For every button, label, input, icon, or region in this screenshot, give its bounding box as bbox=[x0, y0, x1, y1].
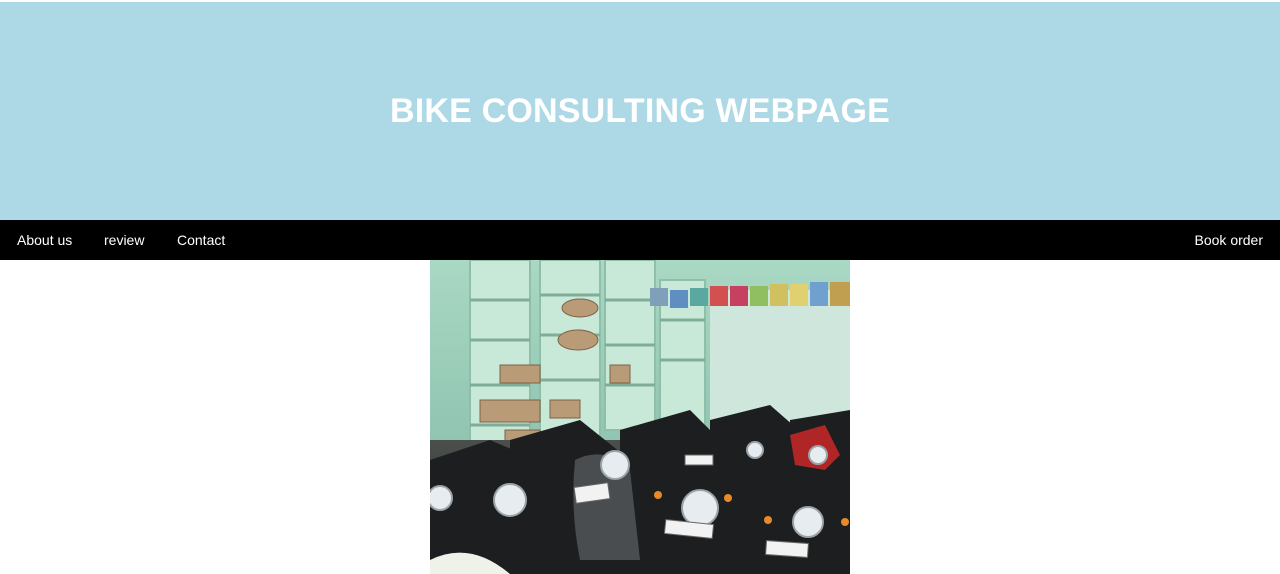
page-header: BIKE CONSULTING WEBPAGE bbox=[0, 2, 1280, 220]
showroom-illustration bbox=[430, 260, 850, 574]
nav-link-about-us[interactable]: About us bbox=[17, 220, 72, 260]
nav-link-review[interactable]: review bbox=[104, 220, 144, 260]
page-title: BIKE CONSULTING WEBPAGE bbox=[389, 91, 891, 130]
top-navbar: About us review Contact Book order bbox=[0, 220, 1280, 260]
nav-link-book-order[interactable]: Book order bbox=[1195, 220, 1263, 260]
bike-showroom-image bbox=[430, 260, 850, 574]
nav-link-contact[interactable]: Contact bbox=[177, 220, 225, 260]
